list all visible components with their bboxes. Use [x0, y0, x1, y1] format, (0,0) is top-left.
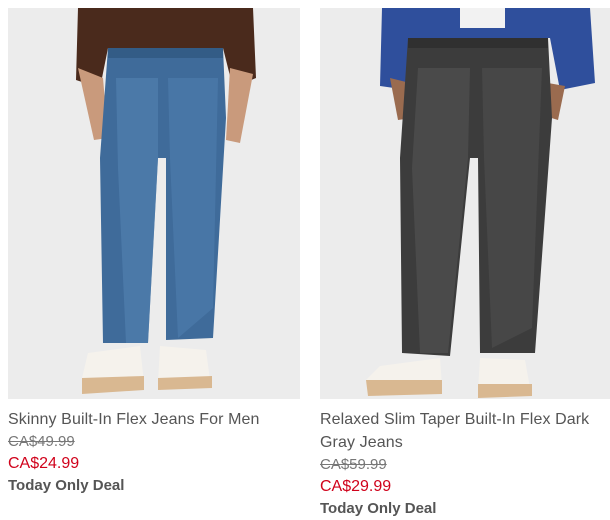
original-price: CA$49.99: [8, 433, 75, 450]
original-price: CA$59.99: [320, 456, 387, 473]
product-image-relaxed-jeans[interactable]: [320, 8, 610, 399]
product-image-skinny-jeans[interactable]: [8, 8, 300, 399]
product-title[interactable]: Skinny Built-In Flex Jeans For Men: [8, 408, 300, 431]
product-title[interactable]: Relaxed Slim Taper Built-In Flex Dark Gr…: [320, 408, 610, 454]
deal-badge: Today Only Deal: [320, 500, 437, 517]
product-card[interactable]: Relaxed Slim Taper Built-In Flex Dark Gr…: [320, 0, 610, 520]
sale-price: CA$29.99: [320, 478, 392, 495]
sale-price: CA$24.99: [8, 455, 80, 472]
product-card[interactable]: Skinny Built-In Flex Jeans For Men CA$49…: [8, 0, 300, 497]
jeans-product-photo-icon: [8, 8, 300, 399]
deal-badge: Today Only Deal: [8, 477, 125, 494]
jeans-product-photo-icon: [320, 8, 610, 399]
